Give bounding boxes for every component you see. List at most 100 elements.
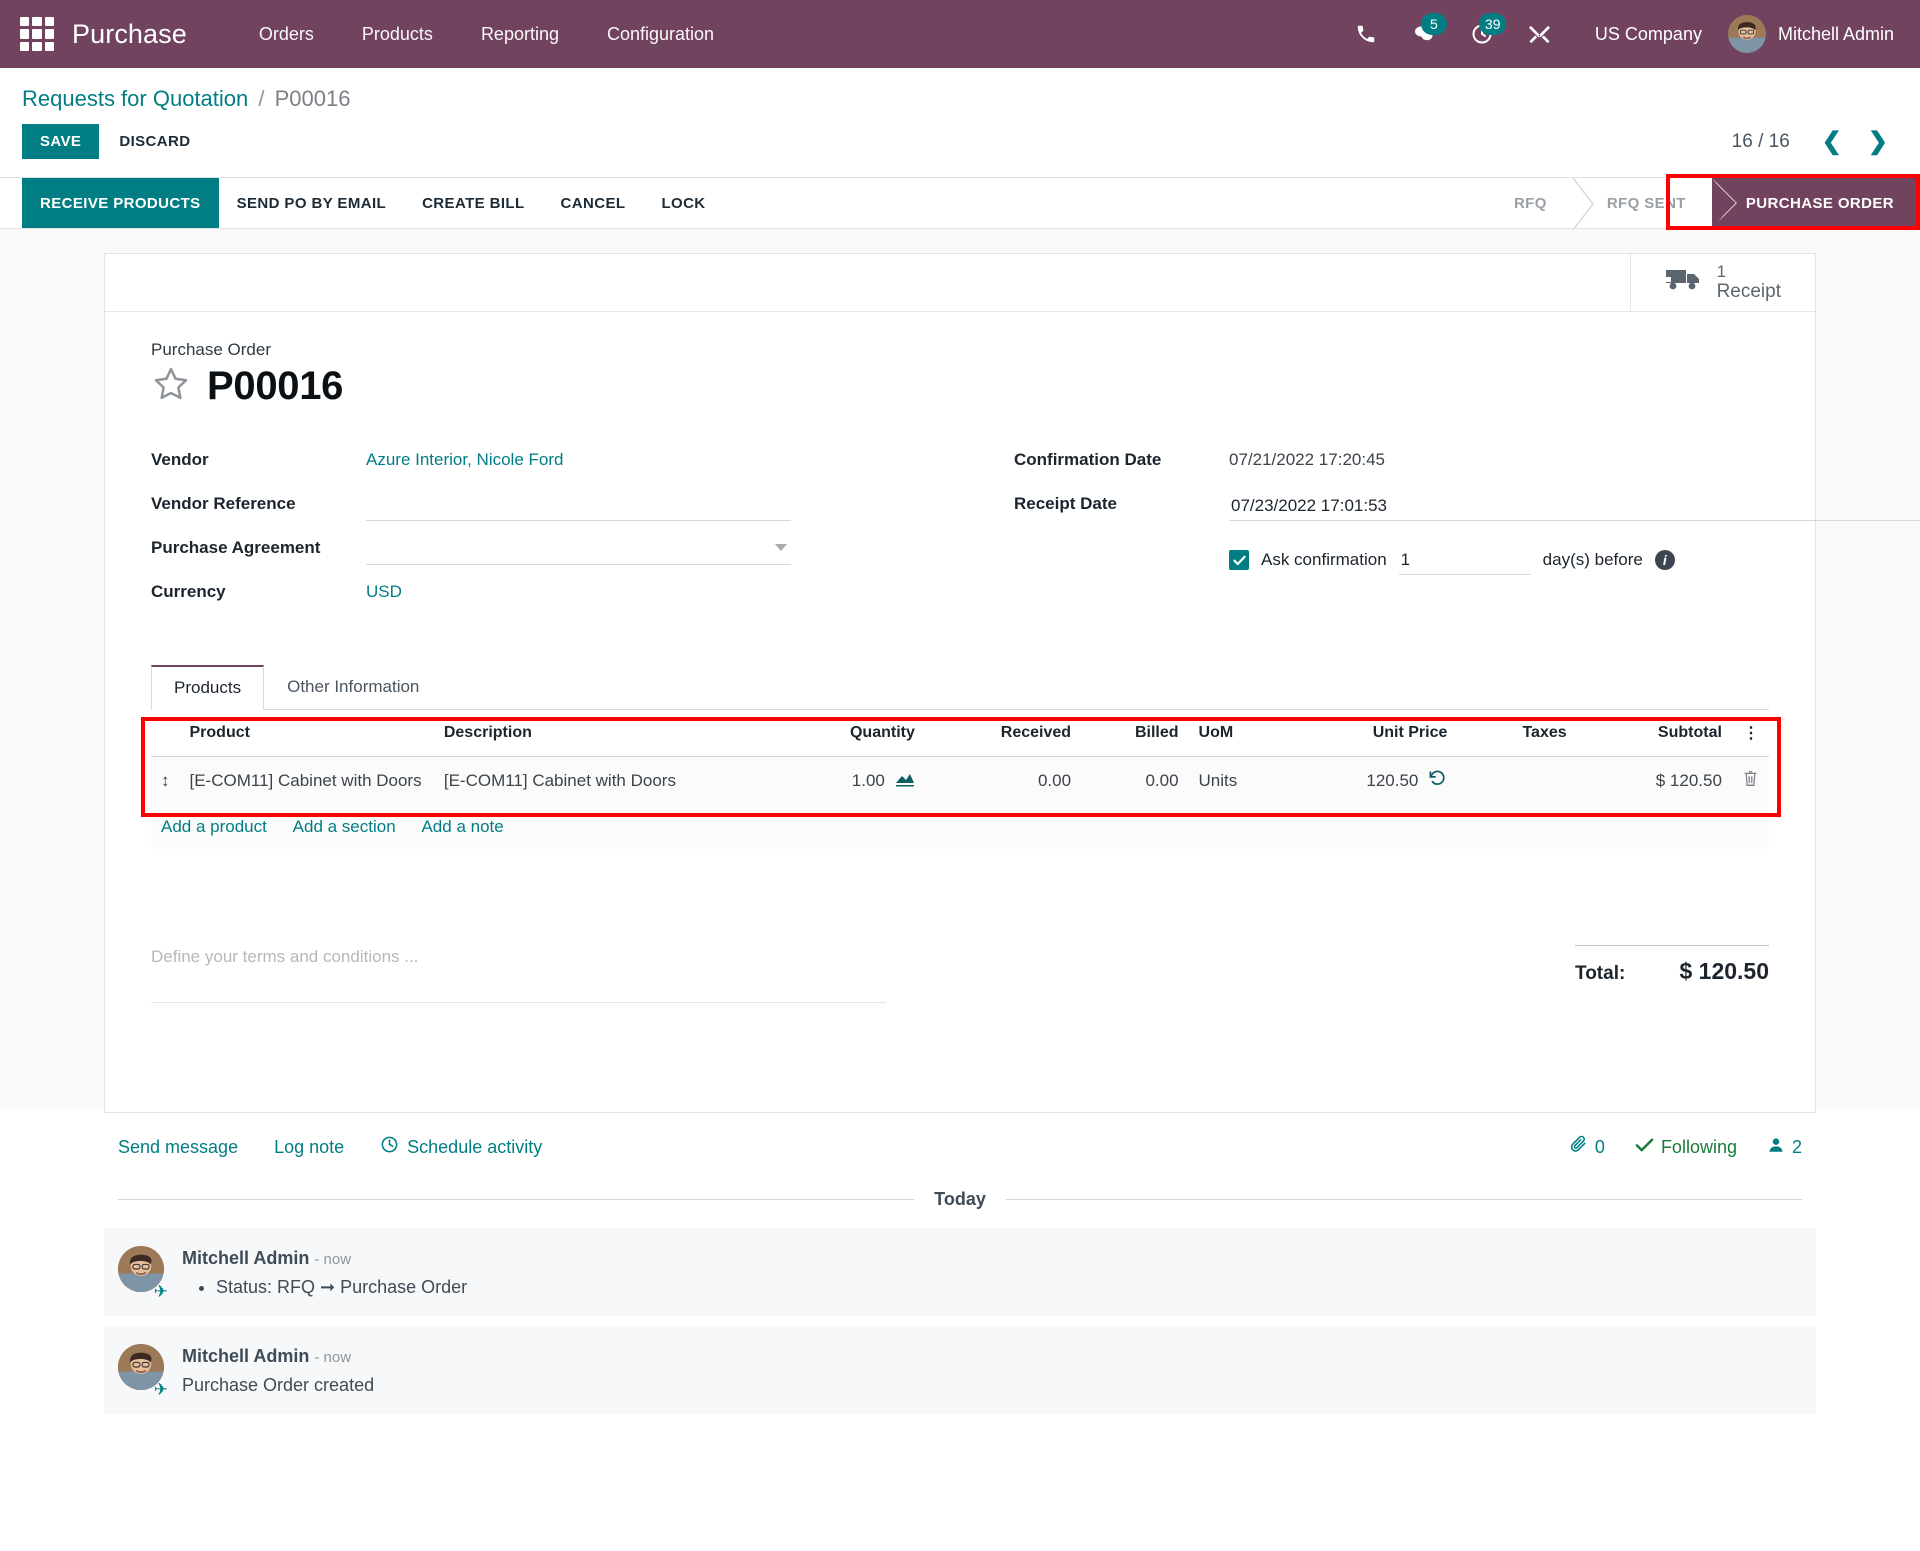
user-menu[interactable]: Mitchell Admin xyxy=(1727,15,1900,53)
col-billed: Billed xyxy=(1081,710,1189,757)
messages-icon[interactable]: 5 xyxy=(1395,0,1453,68)
message-tracking-item: Status: RFQ ➞ Purchase Order xyxy=(216,1277,467,1298)
cell-product[interactable]: [E-COM11] Cabinet with Doors xyxy=(179,756,434,805)
cell-quantity[interactable]: 1.00 xyxy=(758,756,925,805)
lock-button[interactable]: LOCK xyxy=(643,178,723,228)
followers-count: 2 xyxy=(1791,1136,1802,1157)
message-time: - now xyxy=(314,1251,352,1268)
purchase-agreement-input[interactable] xyxy=(366,535,791,565)
notebook: Products Other Information Product Descr… xyxy=(141,665,1781,849)
tab-products[interactable]: Products xyxy=(151,665,265,710)
order-lines-table: Product Description Quantity Received Bi… xyxy=(151,710,1769,849)
page-title: P00016 xyxy=(207,364,344,408)
message-body: Mitchell Admin - now Purchase Order crea… xyxy=(182,1344,374,1396)
record-sheet: 1 Receipt Purchase Order P00016 Vendor A… xyxy=(104,253,1920,1113)
ask-confirmation-days-input[interactable] xyxy=(1398,545,1531,575)
message-avatar: ✈ xyxy=(118,1344,168,1398)
ask-confirmation-group: Ask confirmation day(s) before i xyxy=(1229,545,1675,575)
send-po-by-email-button[interactable]: SEND PO BY EMAIL xyxy=(219,178,404,228)
field-confirmation-date-value: 07/21/2022 17:20:45 xyxy=(1229,450,1385,469)
table-row[interactable]: ↕ [E-COM11] Cabinet with Doors [E-COM11]… xyxy=(151,756,1769,805)
cell-uom[interactable]: Units xyxy=(1188,756,1280,805)
followers-button[interactable]: 2 xyxy=(1767,1136,1802,1159)
log-note-button[interactable]: Log note xyxy=(274,1137,344,1158)
status-purchase-order[interactable]: PURCHASE ORDER xyxy=(1711,178,1920,230)
field-vendor-reference-label: Vendor Reference xyxy=(151,494,296,513)
following-button[interactable]: Following xyxy=(1635,1137,1737,1158)
stat-button-box: 1 Receipt xyxy=(105,254,1815,312)
trash-icon[interactable] xyxy=(1742,771,1759,792)
form-title-label: Purchase Order xyxy=(151,340,271,359)
forecast-chart-icon[interactable] xyxy=(895,770,915,792)
action-statusbar: RECEIVE PRODUCTS SEND PO BY EMAIL CREATE… xyxy=(0,174,1920,231)
ask-confirmation-checkbox[interactable] xyxy=(1229,550,1249,570)
activities-badge: 39 xyxy=(1478,13,1507,35)
message-item: ✈ Mitchell Admin - now Purchase Order cr… xyxy=(104,1326,1816,1414)
menu-reporting[interactable]: Reporting xyxy=(457,24,583,45)
status-rfq-sent[interactable]: RFQ SENT xyxy=(1572,177,1712,231)
col-quantity: Quantity xyxy=(758,710,925,757)
delete-line-button[interactable] xyxy=(1731,756,1769,805)
status-rfq[interactable]: RFQ xyxy=(1479,178,1573,228)
debug-tools-icon[interactable] xyxy=(1511,0,1569,68)
phone-icon[interactable] xyxy=(1337,0,1395,68)
menu-products[interactable]: Products xyxy=(338,24,457,45)
schedule-activity-button[interactable]: Schedule activity xyxy=(380,1135,542,1159)
info-icon[interactable]: i xyxy=(1654,550,1675,570)
menu-configuration[interactable]: Configuration xyxy=(583,24,738,45)
add-a-product-link[interactable]: Add a product xyxy=(161,817,267,836)
activities-clock-icon[interactable]: 39 xyxy=(1453,0,1511,68)
send-message-button[interactable]: Send message xyxy=(118,1137,238,1158)
terms-and-conditions-input[interactable] xyxy=(151,945,886,1003)
apps-grid-icon[interactable] xyxy=(20,17,54,51)
message-author: Mitchell Admin xyxy=(182,1248,310,1268)
app-brand-purchase[interactable]: Purchase xyxy=(72,19,187,50)
terms-and-totals: Total: $ 120.50 xyxy=(151,945,1769,1008)
field-currency-value[interactable]: USD xyxy=(366,579,402,602)
cell-unit-price[interactable]: 120.50 xyxy=(1279,756,1458,805)
star-outline-icon[interactable] xyxy=(151,365,191,408)
drag-handle-icon[interactable]: ↕ xyxy=(151,756,180,805)
add-a-section-link[interactable]: Add a section xyxy=(293,817,396,836)
receipt-label: Receipt xyxy=(1716,281,1781,303)
attachments-button[interactable]: 0 xyxy=(1569,1135,1605,1159)
receipt-date-select[interactable] xyxy=(1229,491,1920,521)
save-button[interactable]: SAVE xyxy=(22,124,100,159)
field-purchase-agreement-label: Purchase Agreement xyxy=(151,538,321,557)
cell-description[interactable]: [E-COM11] Cabinet with Doors xyxy=(433,756,759,805)
message-avatar: ✈ xyxy=(118,1246,168,1300)
cell-received[interactable]: 0.00 xyxy=(924,756,1082,805)
company-selector[interactable]: US Company xyxy=(1569,24,1728,45)
discard-button[interactable]: DISCARD xyxy=(99,124,210,159)
cell-billed[interactable]: 0.00 xyxy=(1081,756,1189,805)
breadcrumb-root[interactable]: Requests for Quotation xyxy=(22,86,248,111)
history-revert-icon[interactable] xyxy=(1428,769,1447,793)
chevron-down-icon[interactable] xyxy=(775,544,787,551)
col-subtotal: Subtotal xyxy=(1576,710,1732,757)
purchase-agreement-select[interactable] xyxy=(366,535,791,565)
receipt-stat-button[interactable]: 1 Receipt xyxy=(1629,254,1815,311)
field-receipt-date-label: Receipt Date xyxy=(1014,494,1117,513)
add-a-note-link[interactable]: Add a note xyxy=(421,817,503,836)
add-lines-row: Add a product Add a section Add a note xyxy=(151,805,1769,849)
order-lines-head: Product Description Quantity Received Bi… xyxy=(151,710,1769,757)
divider-line-left xyxy=(118,1199,915,1200)
chevron-left-icon[interactable]: ❮ xyxy=(1812,128,1852,156)
field-vendor-value[interactable]: Azure Interior, Nicole Ford xyxy=(366,447,563,470)
vendor-reference-input[interactable] xyxy=(366,491,791,521)
cell-taxes[interactable] xyxy=(1457,756,1577,805)
cell-unit-price-value: 120.50 xyxy=(1366,771,1419,790)
options-dots-icon[interactable]: ⋮ xyxy=(1731,710,1769,757)
divider-line-right xyxy=(1005,1199,1803,1200)
chevron-right-icon[interactable]: ❯ xyxy=(1858,128,1898,156)
days-before-label: day(s) before xyxy=(1542,550,1643,569)
field-currency-label: Currency xyxy=(151,582,226,601)
tab-other-information[interactable]: Other Information xyxy=(264,665,442,710)
cancel-button[interactable]: CANCEL xyxy=(543,178,644,228)
message-body: Mitchell Admin - now Status: RFQ ➞ Purch… xyxy=(182,1246,467,1298)
receipt-date-input[interactable] xyxy=(1229,491,1920,521)
create-bill-button[interactable]: CREATE BILL xyxy=(404,178,542,228)
table-header-row: Product Description Quantity Received Bi… xyxy=(151,710,1769,757)
menu-orders[interactable]: Orders xyxy=(235,24,338,45)
receive-products-button[interactable]: RECEIVE PRODUCTS xyxy=(22,178,219,228)
